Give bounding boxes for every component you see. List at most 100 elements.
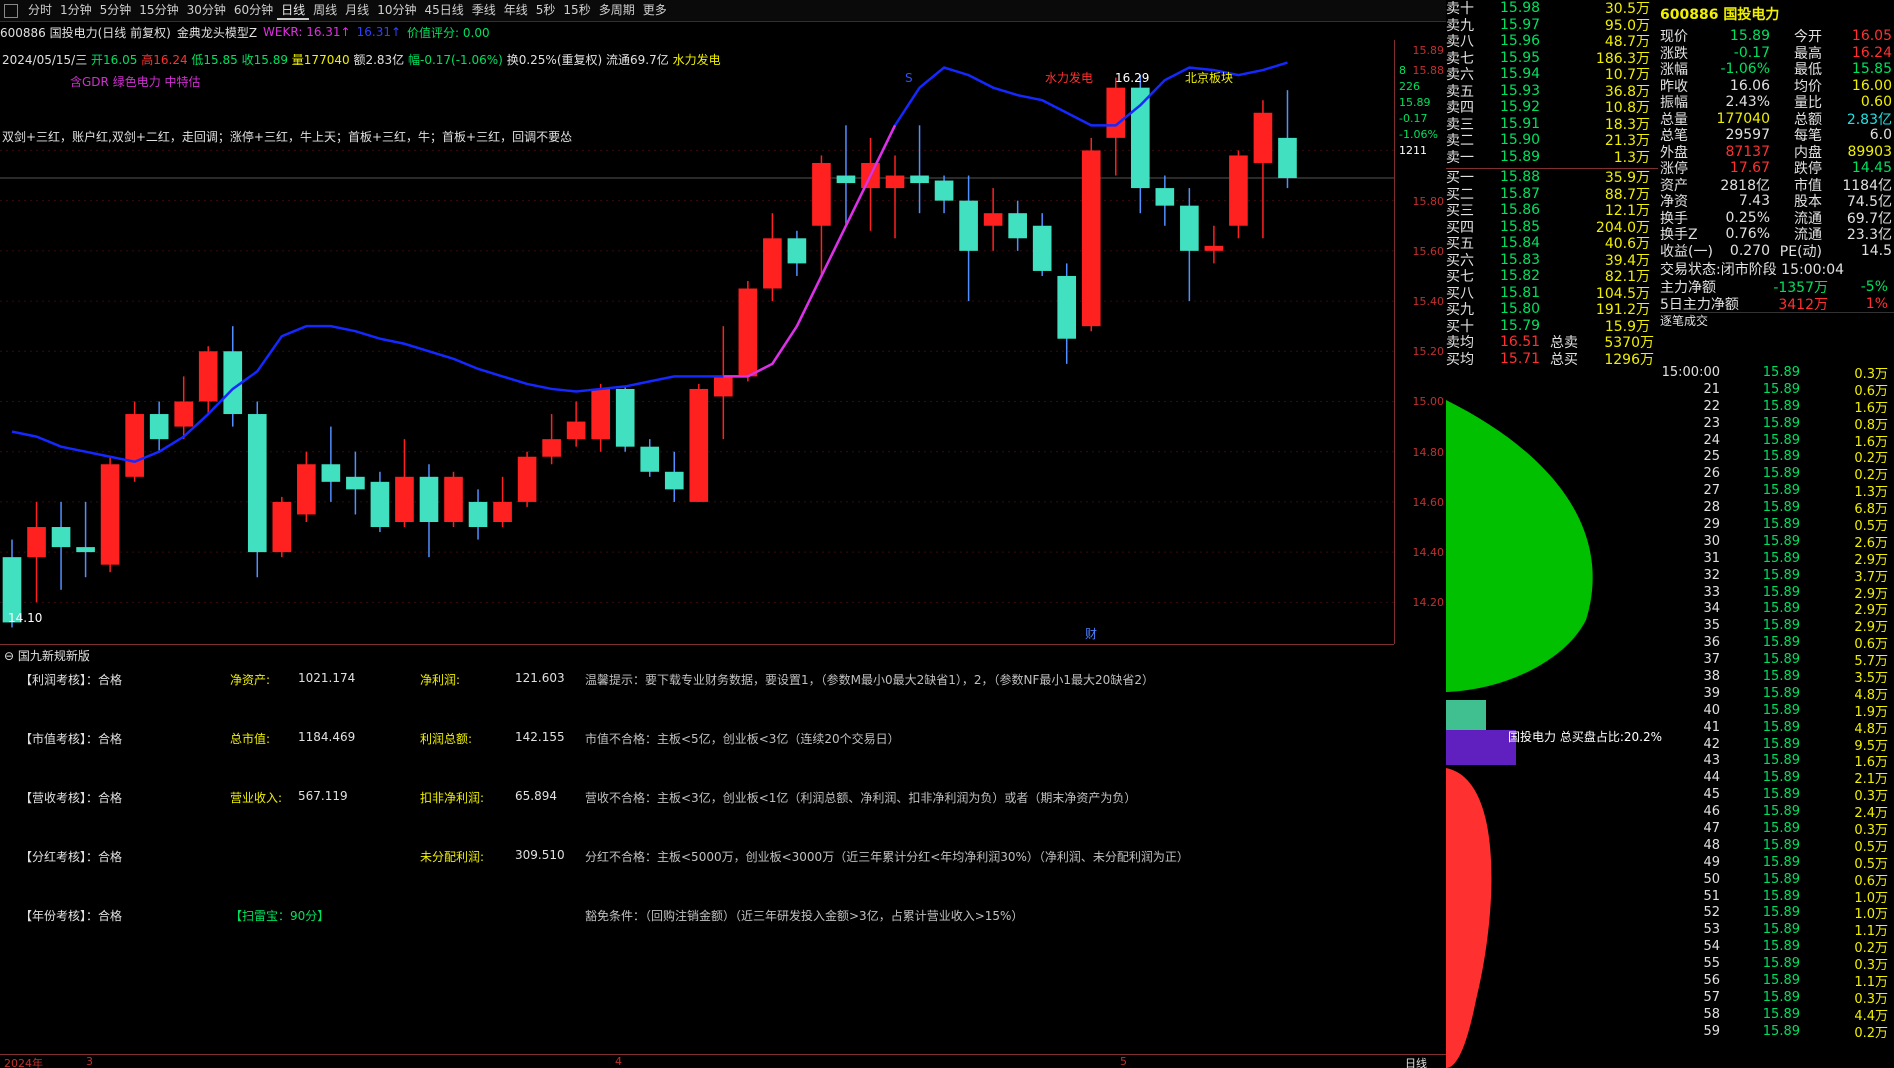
tick-price: 15.89 [1762, 668, 1800, 684]
level-price: 15.93 [1500, 82, 1541, 99]
tick-row: 39 15.89 4.8万 [1660, 685, 1894, 703]
tick-row: 51 15.89 1.0万 [1660, 888, 1894, 906]
candle-body [983, 213, 1003, 226]
axis-mode: 日线 [1405, 1057, 1427, 1068]
quote-value: 0.76% [1725, 226, 1770, 243]
axis-side-value: 8 [1399, 64, 1406, 77]
tick-row: 30 15.89 2.6万 [1660, 533, 1894, 551]
tick-row: 54 15.89 0.2万 [1660, 938, 1894, 956]
quote-value-2: 89903 [1847, 143, 1892, 160]
tick-price: 15.89 [1762, 466, 1800, 482]
tick-time: 51 [1703, 888, 1720, 904]
tick-price: 15.89 [1762, 956, 1800, 972]
tab-timeframe[interactable]: 1分钟 [56, 1, 96, 20]
tick-row: 28 15.89 6.8万 [1660, 499, 1894, 517]
tick-price: 15.89 [1762, 837, 1800, 853]
tab-timeframe[interactable]: 季线 [468, 1, 500, 20]
quote-value-2: 16.24 [1851, 44, 1892, 61]
ticks-title: 逐笔成交 [1660, 312, 1894, 329]
tab-timeframe[interactable]: 日线 [277, 1, 310, 20]
level-price: 15.87 [1500, 185, 1541, 202]
tab-timeframe[interactable]: 更多 [639, 1, 671, 20]
quote-value: 7.43 [1738, 193, 1770, 210]
tab-timeframe[interactable]: 60分钟 [230, 1, 277, 20]
tick-price: 15.89 [1762, 939, 1800, 955]
tick-row: 53 15.89 1.1万 [1660, 921, 1894, 939]
tab-timeframe[interactable]: 月线 [341, 1, 373, 20]
axis-side-value: 15.89 [1399, 96, 1431, 109]
tick-time: 31 [1703, 550, 1720, 566]
tick-time: 53 [1703, 922, 1720, 938]
tab-timeframe[interactable]: 10分钟 [373, 1, 420, 20]
tick-list[interactable]: 15:00:00 15.89 0.3万 21 15.89 0.6万 22 15.89 1.6万 2… [1660, 364, 1894, 1041]
fundamental-a: 【营收考核】：合格 [20, 791, 123, 805]
tick-price: 15.89 [1762, 854, 1800, 870]
buy-ratio-label: 国投电力 总买盘占比:20.2% [1508, 730, 1662, 744]
candle-body [419, 476, 439, 522]
tab-timeframe[interactable]: 周线 [309, 1, 341, 20]
fundamental-panel: ⊖ 国九新规新版 【利润考核】：合格 净资产: 1021.174 净利润: 121.60… [0, 644, 1394, 1054]
tab-timeframe[interactable]: 5分钟 [96, 1, 136, 20]
candle-body [370, 481, 390, 528]
tab-timeframe[interactable]: 30分钟 [183, 1, 230, 20]
tick-time: 36 [1703, 635, 1720, 651]
tab-timeframe[interactable]: 年线 [500, 1, 532, 20]
candle-body [738, 288, 758, 377]
tick-row: 41 15.89 4.8万 [1660, 719, 1894, 737]
quote-value: 16.06 [1729, 77, 1770, 94]
candle-body [149, 414, 169, 440]
candle-body [493, 501, 512, 522]
tick-time: 50 [1703, 871, 1720, 887]
quote-row: 收益(一) 0.270 PE(动) 14.5 [1660, 243, 1894, 260]
tick-row: 35 15.89 2.9万 [1660, 617, 1894, 635]
axis-month-3: 3 [86, 1055, 93, 1068]
tick-price: 15.89 [1762, 871, 1800, 887]
candle-body [1032, 225, 1052, 271]
tick-time: 49 [1703, 854, 1720, 870]
tab-timeframe[interactable]: 分时 [24, 1, 56, 20]
fundamental-k2: 净利润: [420, 673, 461, 687]
tick-price: 15.89 [1762, 652, 1800, 668]
candle-body [100, 464, 120, 565]
tick-row: 37 15.89 5.7万 [1660, 651, 1894, 669]
order-book-row[interactable]: 卖一 15.89 1.3万 [1446, 149, 1658, 166]
tab-timeframe[interactable]: 15秒 [559, 1, 594, 20]
tick-price: 15.89 [1762, 753, 1800, 769]
tick-row: 21 15.89 0.6万 [1660, 381, 1894, 399]
tick-row: 58 15.89 4.4万 [1660, 1006, 1894, 1024]
ma-value: 16.31↑ [356, 25, 402, 39]
tick-price: 15.89 [1762, 736, 1800, 752]
tick-time: 54 [1703, 939, 1720, 955]
quote-value: -1.06% [1720, 61, 1770, 78]
axis-tick-label: 15.60 [1412, 244, 1445, 258]
tab-timeframe[interactable]: 5秒 [532, 1, 560, 20]
candlestick-chart[interactable]: S 水力发电 16.29 北京板块 14.10 财 [0, 40, 1394, 644]
candle-body [885, 175, 905, 189]
tick-row: 38 15.89 3.5万 [1660, 668, 1894, 686]
chart-annotation-low: 14.10 [8, 611, 42, 625]
candle-body [934, 180, 954, 201]
quote-value: 0.25% [1725, 209, 1770, 226]
fundamental-v2: 142.155 [515, 730, 565, 744]
tick-price: 15.89 [1762, 905, 1800, 921]
tick-price: 15.89 [1762, 533, 1800, 549]
tab-timeframe[interactable]: 多周期 [595, 1, 639, 20]
window-menu-icon[interactable] [4, 3, 18, 18]
trade-status: 交易状态:闭市阶段 15:00:04 [1660, 262, 1845, 278]
indicator-name[interactable]: 金典龙头模型Z [177, 24, 257, 41]
tick-row: 27 15.89 1.3万 [1660, 482, 1894, 500]
tick-price: 15.89 [1762, 770, 1800, 786]
tick-price: 15.89 [1762, 1023, 1800, 1039]
candle-body [763, 238, 782, 289]
tick-time: 44 [1703, 770, 1720, 786]
quote-value-2: 16.05 [1851, 28, 1892, 45]
tab-timeframe[interactable]: 15分钟 [135, 1, 182, 20]
candle-body [346, 476, 365, 490]
tick-price: 15.89 [1762, 567, 1800, 583]
tab-timeframe[interactable]: 45日线 [420, 1, 467, 20]
quote-value: 15.89 [1729, 28, 1770, 45]
axis-tick-label: 15.20 [1412, 345, 1445, 359]
tick-time: 25 [1703, 449, 1720, 465]
fundamental-a: 【年份考核】：合格 [20, 909, 123, 923]
chart-annotation-beijing: 北京板块 [1185, 71, 1233, 85]
